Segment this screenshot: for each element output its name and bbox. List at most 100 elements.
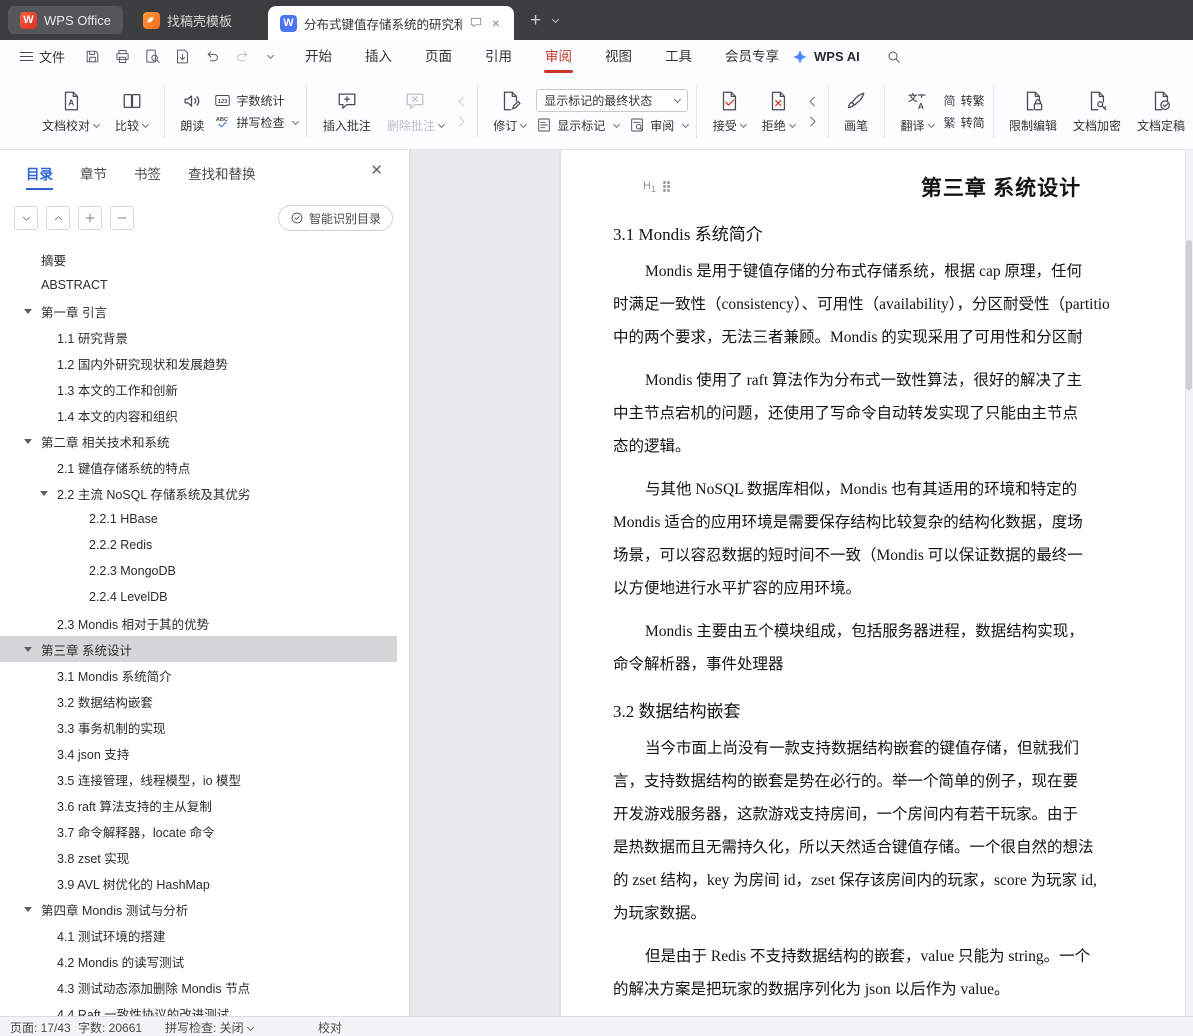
- finalize-document-button[interactable]: 文档定稿: [1129, 85, 1193, 137]
- toc-item[interactable]: 3.7 命令解释器，locate 命令: [0, 818, 397, 844]
- page-indicator[interactable]: 页面: 17/43: [10, 1019, 71, 1036]
- zoom-in-button[interactable]: [78, 206, 102, 230]
- word-count-button[interactable]: 123 字数统计: [214, 92, 298, 109]
- toc-item[interactable]: 3.8 zset 实现: [0, 844, 397, 870]
- accept-change-button[interactable]: 接受: [705, 85, 754, 137]
- redo-button[interactable]: [234, 48, 251, 65]
- delete-comment-button[interactable]: 删除批注: [379, 85, 452, 137]
- tab-tools[interactable]: 工具: [662, 40, 695, 73]
- expand-all-button[interactable]: [14, 206, 38, 230]
- word-count-indicator[interactable]: 字数: 20661: [78, 1019, 142, 1036]
- tab-wps-office[interactable]: W WPS Office: [8, 6, 123, 34]
- tab-reference[interactable]: 引用: [482, 40, 515, 73]
- tab-page[interactable]: 页面: [422, 40, 455, 73]
- expand-triangle-icon[interactable]: [24, 906, 41, 912]
- toc-item[interactable]: 2.2.2 Redis: [0, 532, 397, 558]
- sidebar-tab-bookmarks[interactable]: 书签: [134, 163, 161, 183]
- undo-button[interactable]: [204, 48, 221, 65]
- to-simplified-button[interactable]: 繁 转简: [944, 114, 985, 131]
- expand-triangle-icon[interactable]: [40, 490, 57, 496]
- collapse-all-button[interactable]: [46, 206, 70, 230]
- toc-item[interactable]: 1.2 国内外研究现状和发展趋势: [0, 350, 397, 376]
- proofread-button[interactable]: 校对: [318, 1019, 342, 1036]
- scrollbar-thumb[interactable]: [1186, 240, 1192, 390]
- expand-triangle-icon[interactable]: [24, 438, 41, 444]
- next-change-button[interactable]: [805, 114, 820, 129]
- sidebar-tab-chapters[interactable]: 章节: [80, 163, 107, 183]
- spell-check-toggle[interactable]: 拼写检查: 关闭: [165, 1019, 254, 1036]
- toc-item[interactable]: 4.3 测试动态添加删除 Mondis 节点: [0, 974, 397, 1000]
- close-sidebar-icon[interactable]: ✕: [370, 163, 383, 178]
- undo-redo-chevron-icon[interactable]: [266, 51, 275, 60]
- toc-item[interactable]: 第四章 Mondis 测试与分析: [0, 896, 397, 922]
- next-comment-button[interactable]: [454, 114, 469, 129]
- wps-ai-button[interactable]: WPS AI: [792, 49, 860, 65]
- encrypt-document-button[interactable]: 文档加密: [1065, 85, 1129, 137]
- toc-item[interactable]: 1.1 研究背景: [0, 324, 397, 350]
- toc-item[interactable]: 2.2.4 LevelDB: [0, 584, 397, 610]
- toc-item[interactable]: 1.3 本文的工作和创新: [0, 376, 397, 402]
- print-button[interactable]: [114, 48, 131, 65]
- toc-item[interactable]: 2.2.1 HBase: [0, 506, 397, 532]
- tab-document[interactable]: W 分布式键值存储系统的研究和... ×: [267, 6, 514, 40]
- markup-state-select[interactable]: 显示标记的最终状态: [536, 88, 689, 112]
- comment-bubble-icon[interactable]: [469, 16, 483, 30]
- print-preview-button[interactable]: [144, 48, 161, 65]
- pen-button[interactable]: 画笔: [836, 85, 876, 137]
- toc-item[interactable]: 摘要: [0, 246, 397, 272]
- toc-item[interactable]: 2.3 Mondis 相对于其的优势: [0, 610, 397, 636]
- toc-item[interactable]: 1.4 本文的内容和组织: [0, 402, 397, 428]
- tab-insert[interactable]: 插入: [362, 40, 395, 73]
- compare-button[interactable]: 比较: [107, 85, 156, 137]
- export-button[interactable]: [174, 48, 191, 65]
- doc-proofread-button[interactable]: A 文档校对: [34, 85, 107, 137]
- to-traditional-button[interactable]: 简 转繁: [944, 92, 985, 109]
- toc-item[interactable]: 2.2 主流 NoSQL 存储系统及其优劣: [0, 480, 397, 506]
- file-menu-button[interactable]: 文件: [20, 40, 65, 73]
- zoom-out-button[interactable]: [110, 206, 134, 230]
- toc-item[interactable]: 2.2.3 MongoDB: [0, 558, 397, 584]
- outline-level-marker[interactable]: H1: [643, 180, 671, 194]
- new-tab-button[interactable]: +: [530, 11, 541, 30]
- toc-item[interactable]: 2.1 键值存储系统的特点: [0, 454, 397, 480]
- save-button[interactable]: [84, 48, 101, 65]
- toc-item[interactable]: 3.3 事务机制的实现: [0, 714, 397, 740]
- sidebar-tab-find-replace[interactable]: 查找和替换: [188, 163, 256, 183]
- vertical-scrollbar[interactable]: [1185, 150, 1193, 1016]
- previous-comment-button[interactable]: [454, 94, 469, 109]
- show-markup-button[interactable]: 显示标记: [536, 117, 621, 134]
- tab-list-chevron-icon[interactable]: [552, 15, 560, 23]
- toc-item[interactable]: 3.5 连接管理，线程模型，io 模型: [0, 766, 397, 792]
- restrict-editing-button[interactable]: 限制编辑: [1001, 85, 1065, 137]
- insert-comment-button[interactable]: 插入批注: [315, 85, 379, 137]
- sidebar-tab-contents[interactable]: 目录: [26, 163, 53, 190]
- previous-change-button[interactable]: [805, 94, 820, 109]
- review-pane-button[interactable]: 审阅: [629, 117, 690, 134]
- toc-item[interactable]: 第二章 相关技术和系统: [0, 428, 397, 454]
- toc-item[interactable]: 3.6 raft 算法支持的主从复制: [0, 792, 397, 818]
- expand-triangle-icon[interactable]: [24, 308, 41, 314]
- tab-member[interactable]: 会员专享: [722, 40, 782, 73]
- tab-home[interactable]: 开始: [302, 40, 335, 73]
- toc-item[interactable]: 第一章 引言: [0, 298, 397, 324]
- toc-item[interactable]: 4.2 Mondis 的读写测试: [0, 948, 397, 974]
- translate-button[interactable]: 文A 翻译: [893, 85, 942, 137]
- toc-item[interactable]: ABSTRACT: [0, 272, 397, 298]
- track-changes-button[interactable]: 修订: [485, 85, 534, 137]
- smart-toc-button[interactable]: 智能识别目录: [277, 205, 393, 231]
- toc-item[interactable]: 3.9 AVL 树优化的 HashMap: [0, 870, 397, 896]
- toc-item[interactable]: 3.2 数据结构嵌套: [0, 688, 397, 714]
- search-icon[interactable]: [886, 49, 902, 65]
- read-aloud-button[interactable]: 朗读: [172, 85, 212, 137]
- tab-docer[interactable]: 找稿壳模板: [129, 6, 246, 34]
- document-page[interactable]: H1 第三章 系统设计 3.1 Mondis 系统简介 Mondis 是用于键值存…: [561, 150, 1193, 1016]
- toc-item[interactable]: 3.1 Mondis 系统简介: [0, 662, 397, 688]
- reject-change-button[interactable]: 拒绝: [754, 85, 803, 137]
- tab-review[interactable]: 审阅: [542, 40, 575, 73]
- toc-item[interactable]: 第三章 系统设计: [0, 636, 397, 662]
- spell-check-button[interactable]: ABC 拼写检查: [214, 114, 300, 131]
- expand-triangle-icon[interactable]: [24, 646, 41, 652]
- toc-item[interactable]: 4.1 测试环境的搭建: [0, 922, 397, 948]
- tab-view[interactable]: 视图: [602, 40, 635, 73]
- close-tab-icon[interactable]: ×: [490, 15, 502, 31]
